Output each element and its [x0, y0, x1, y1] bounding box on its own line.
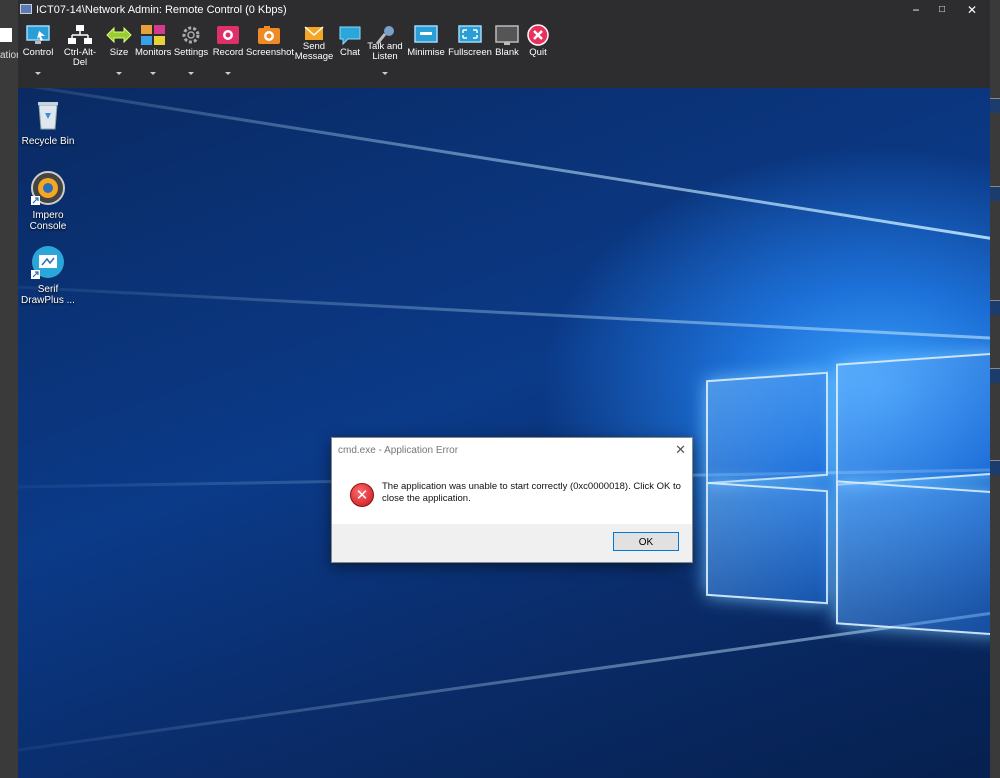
toolbar-blank-button[interactable]: Blank — [493, 20, 521, 86]
toolbar-control-button[interactable]: Control — [20, 20, 56, 86]
desktop-icon-label: Serif DrawPlus ... — [21, 284, 75, 306]
windows-logo-pane — [836, 480, 990, 636]
chevron-down-icon[interactable] — [150, 72, 156, 75]
toolbar-label: Fullscreen — [448, 47, 492, 58]
toolbar-label: Chat — [339, 47, 361, 58]
wallpaper-beam — [18, 88, 990, 241]
toolbar-label: Ctrl-Alt-Del — [63, 47, 97, 68]
chevron-down-icon[interactable] — [188, 72, 194, 75]
host-edge-text: ation — [0, 50, 18, 61]
toolbar-talk-listen-button[interactable]: Talk and Listen — [366, 20, 404, 86]
windows-logo-pane — [706, 371, 828, 485]
chat-bubble-icon — [337, 24, 363, 46]
host-edge-tab — [990, 300, 1000, 315]
host-edge-tab — [990, 98, 1000, 113]
toolbar-label: Record — [212, 47, 244, 58]
host-edge-tab — [990, 368, 1000, 383]
quit-icon — [525, 24, 551, 46]
remote-control-window: ICT07-14\Network Admin: Remote Control (… — [18, 0, 990, 778]
wallpaper-beam — [18, 608, 990, 765]
window-title: ICT07-14\Network Admin: Remote Control (… — [36, 4, 287, 16]
host-window-right-edge — [990, 0, 1000, 778]
toolbar-record-button[interactable]: Record — [211, 20, 245, 86]
dialog-body: ✕ The application was unable to start co… — [332, 466, 692, 524]
minimize-button[interactable]: − — [906, 2, 926, 18]
envelope-icon — [301, 24, 327, 46]
toolbar-label: Size — [109, 47, 129, 58]
drawplus-icon — [30, 244, 66, 280]
network-icon — [67, 24, 93, 46]
host-edge-box — [0, 28, 12, 42]
chevron-down-icon[interactable] — [382, 72, 388, 75]
toolbar-label: Screenshot — [246, 47, 295, 58]
windows-logo-pane — [706, 481, 828, 605]
toolbar-size-button[interactable]: Size — [104, 20, 134, 86]
toolbar-settings-button[interactable]: Settings — [172, 20, 210, 86]
toolbar-quit-button[interactable]: Quit — [524, 20, 552, 86]
toolbar-label: Blank — [495, 47, 519, 58]
dialog-footer: OK — [332, 524, 692, 562]
dialog-close-button[interactable]: ✕ — [675, 442, 686, 458]
monitor-control-icon — [25, 24, 51, 46]
toolbar-chat-button[interactable]: Chat — [336, 20, 364, 86]
toolbar-monitors-button[interactable]: Monitors — [135, 20, 171, 86]
desktop-icon-impero-console[interactable]: Impero Console — [18, 170, 78, 232]
fullscreen-icon — [457, 24, 483, 46]
record-icon — [215, 24, 241, 46]
application-error-dialog: cmd.exe - Application Error ✕ ✕ The appl… — [331, 437, 693, 563]
host-window-left-edge: ation — [0, 0, 18, 778]
minimise-icon — [413, 24, 439, 46]
toolbar: Control Ctrl-Alt-Del Size Monitors Setti… — [18, 20, 990, 105]
toolbar-label: Quit — [529, 47, 547, 58]
microphone-icon — [372, 24, 398, 46]
toolbar-label: Minimise — [407, 47, 445, 58]
impero-console-icon — [30, 170, 66, 206]
dialog-title: cmd.exe - Application Error — [338, 445, 459, 456]
toolbar-screenshot-button[interactable]: Screenshot — [246, 20, 295, 86]
toolbar-send-message-button[interactable]: Send Message — [294, 20, 334, 86]
camera-icon — [256, 24, 282, 46]
toolbar-minimise-button[interactable]: Minimise — [406, 20, 446, 86]
desktop-icon-label: Impero Console — [29, 210, 67, 232]
toolbar-label: Settings — [173, 47, 209, 58]
toolbar-ctrl-alt-del-button[interactable]: Ctrl-Alt-Del — [57, 20, 103, 86]
ok-button[interactable]: OK — [613, 532, 679, 551]
toolbar-label: Control — [22, 47, 54, 58]
desktop-icon-label: Recycle Bin — [21, 136, 75, 147]
toolbar-fullscreen-button[interactable]: Fullscreen — [448, 20, 492, 86]
resize-arrows-icon — [106, 24, 132, 46]
recycle-bin-icon — [30, 96, 66, 132]
toolbar-label: Monitors — [135, 47, 172, 58]
desktop-icon-recycle-bin[interactable]: Recycle Bin — [18, 96, 78, 147]
windows-logo-pane — [836, 352, 990, 486]
remote-desktop[interactable]: Recycle Bin Impero Console Serif DrawPlu… — [18, 88, 990, 778]
wallpaper-beam — [18, 280, 990, 341]
blank-screen-icon — [494, 24, 520, 46]
chevron-down-icon[interactable] — [35, 72, 41, 75]
title-bar: ICT07-14\Network Admin: Remote Control (… — [18, 0, 990, 20]
chevron-down-icon[interactable] — [225, 72, 231, 75]
gear-icon — [178, 24, 204, 46]
desktop-icon-serif-drawplus[interactable]: Serif DrawPlus ... — [18, 244, 78, 306]
error-icon: ✕ — [350, 483, 374, 507]
close-button[interactable]: ✕ — [962, 2, 982, 18]
host-edge-tab — [990, 186, 1000, 201]
maximize-button[interactable]: □ — [932, 2, 952, 18]
monitors-grid-icon — [140, 24, 166, 46]
chevron-down-icon[interactable] — [116, 72, 122, 75]
remote-control-app-icon — [20, 4, 32, 14]
dialog-message: The application was unable to start corr… — [382, 481, 681, 504]
host-edge-tab — [990, 460, 1000, 475]
